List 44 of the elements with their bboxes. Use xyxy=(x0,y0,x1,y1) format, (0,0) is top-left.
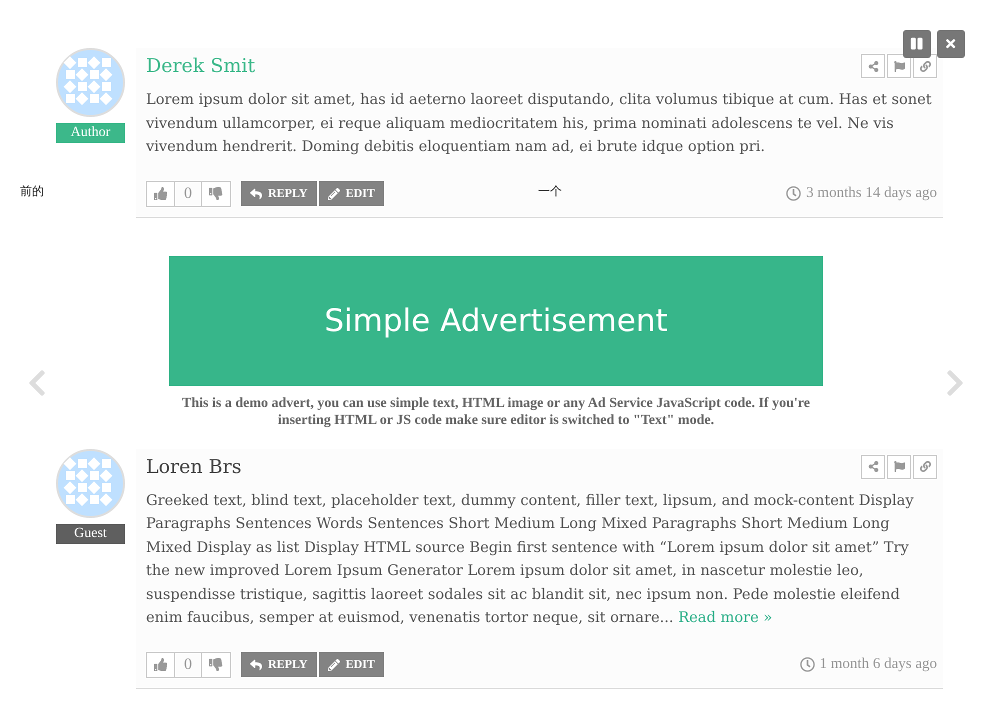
label-text: 一个 xyxy=(538,183,562,200)
reply-button[interactable]: REPLY xyxy=(241,181,317,206)
pause-icon xyxy=(910,37,924,51)
role-badge: Guest xyxy=(56,524,125,544)
edit-button[interactable]: EDIT xyxy=(318,181,384,206)
reply-icon xyxy=(250,658,262,670)
author-name: Loren Brs xyxy=(146,456,242,478)
avatar-icon xyxy=(56,448,125,518)
share-button[interactable] xyxy=(861,454,885,478)
share-icon xyxy=(868,461,878,472)
link-button[interactable] xyxy=(913,454,937,478)
close-icon xyxy=(944,37,958,51)
clock-icon xyxy=(800,657,814,672)
flag-button[interactable] xyxy=(887,454,911,478)
close-button[interactable] xyxy=(937,30,965,58)
share-button[interactable] xyxy=(861,54,885,78)
read-more-link[interactable]: Read more » xyxy=(678,609,772,626)
clock-icon xyxy=(786,186,802,201)
thumbs-up-icon xyxy=(154,658,168,672)
label-text: 前的 xyxy=(20,183,44,200)
flag-icon xyxy=(894,461,904,472)
author-name: Derek Smit xyxy=(146,55,256,77)
comment-time: 1 month 6 days ago xyxy=(800,656,937,673)
pencil-icon xyxy=(328,658,340,670)
edit-button[interactable]: EDIT xyxy=(318,652,384,677)
flag-button[interactable] xyxy=(887,54,911,78)
ad-caption: This is a demo advert, you can use simple text, HTML image or any Ad Service JavaScript code. If you're inserting HTML or JS code make sure editor is switched to "Text" mode. xyxy=(181,394,811,428)
link-icon xyxy=(920,60,930,72)
role-badge: Author xyxy=(56,123,125,143)
pause-button[interactable] xyxy=(903,30,931,58)
thumbs-up-icon xyxy=(154,186,168,200)
pencil-icon xyxy=(328,188,340,200)
link-icon xyxy=(920,461,930,472)
avatar-icon xyxy=(56,48,125,117)
flag-icon xyxy=(894,60,904,72)
share-icon xyxy=(868,60,878,72)
thumbs-down-icon xyxy=(209,186,223,200)
reply-button[interactable]: REPLY xyxy=(241,652,317,677)
comment-text: Greeked text, blind text, placeholder text, dummy content, filler text, lipsum, and mock-content Display Paragraphs Sentences Words Sentences Short Medium Long Mixed Paragraphs Short Medium Long Mixed Display as list Display HTML source Begin first sentence with “Lorem ipsum dolor sit amet” Try the new improved Lorem Ipsum Generator Lorem ipsum dolor sit amet, in nascetur molestie leo, suspendisse tristique, sagittis laoreet sodales sit ac blandit sit, nec ipsum non. Pede molestie eleifend enim faucibus, semper at euismod, venenatis tortor neque, sit ornare... Read more » xyxy=(146,490,915,628)
advertisement-banner[interactable]: Simple Advertisement xyxy=(169,256,823,386)
reply-icon xyxy=(250,188,262,200)
thumbs-down-icon xyxy=(209,658,223,672)
comment-text: Lorem ipsum dolor sit amet, has id aeterno laoreet disputando, clita volumus tibique at cum. Has et sonet vivendum ullamcorper, ei reque aliquam mediocritatem his, prima nominati adolescens te vel. Ne vis vivendum hendrerit. Doming debitis eloquentiam nam ad, ei brute idque option pri. xyxy=(146,90,933,157)
comment-time: 3 months 14 days ago xyxy=(786,185,937,202)
